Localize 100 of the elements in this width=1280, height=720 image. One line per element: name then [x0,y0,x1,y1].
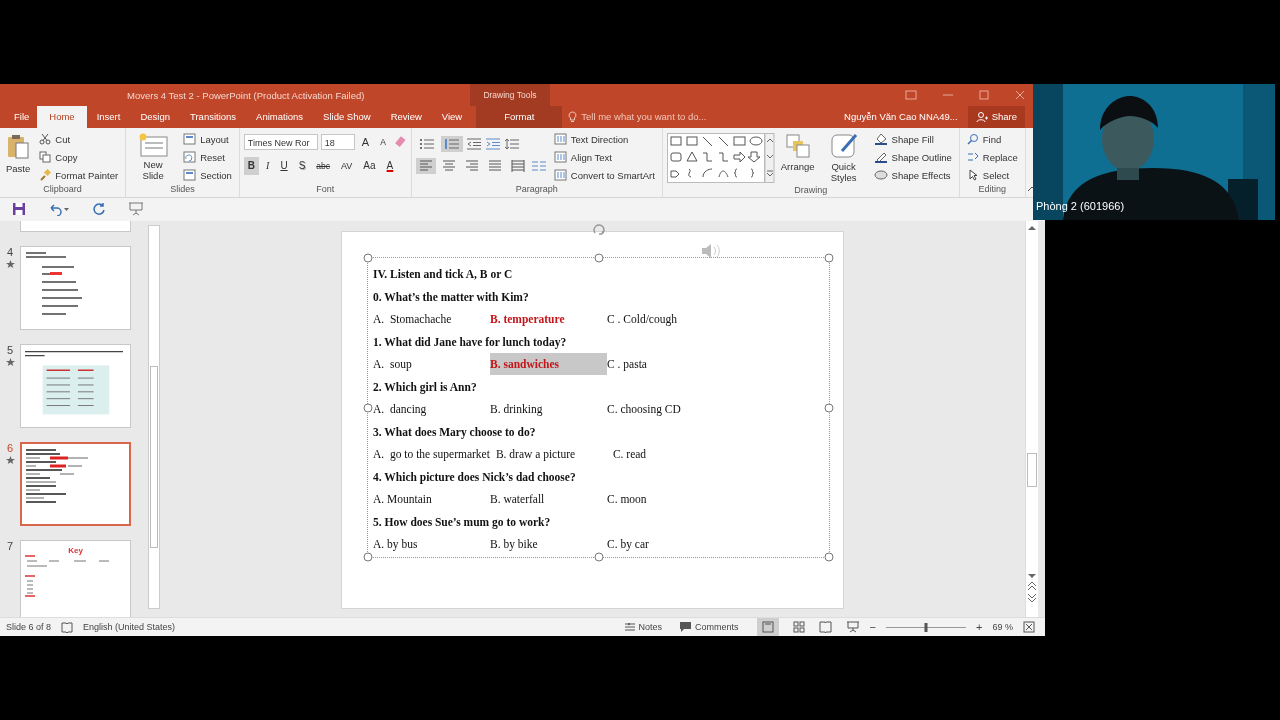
arrange-button[interactable]: Arrange [778,130,817,186]
slide-thumbnail[interactable] [20,442,131,526]
comments-button[interactable]: Comments [676,622,743,632]
previous-slide-icon[interactable] [1028,581,1036,591]
fit-to-window-icon[interactable] [1023,621,1035,633]
slide-thumbnail[interactable] [20,344,131,428]
ribbon-tab[interactable]: Transitions [180,106,247,128]
zoom-in-button[interactable]: + [976,621,983,633]
find-button[interactable]: Find [963,130,1021,148]
increase-indent-icon[interactable] [484,137,501,150]
scroll-thumb[interactable] [150,366,158,548]
zoom-level[interactable]: 69 % [992,622,1013,632]
reading-view-icon[interactable] [818,621,832,633]
participant-name: Phòng 2 (601966) [1036,200,1125,212]
font-format-button[interactable]: abc [312,156,334,175]
share-button[interactable]: Share [967,106,1025,128]
font-format-button[interactable]: I [262,156,274,175]
ribbon-tab[interactable]: Design [130,106,180,128]
line-spacing-icon[interactable] [503,137,520,150]
resize-handle[interactable] [824,552,834,562]
slide-sorter-icon[interactable] [792,621,805,633]
alignment-icon [510,159,525,172]
spell-check-icon[interactable] [61,621,74,633]
shape-fill-button[interactable]: Shape Fill [870,130,955,148]
select-button[interactable]: Select [963,166,1021,184]
format-painter-button[interactable]: Format Painter [36,166,122,184]
resize-handle[interactable] [824,253,834,263]
tell-me-field[interactable]: Tell me what you want to do... [581,111,752,123]
ribbon-tab[interactable]: Animations [246,106,314,128]
ribbon-tab[interactable]: Slide Show [313,106,381,128]
resize-handle[interactable] [594,253,603,263]
cut-button[interactable]: Cut [36,130,122,148]
rotate-handle[interactable] [591,224,606,238]
ribbon-tab[interactable]: View [431,106,473,128]
font-format-button[interactable]: B [243,156,260,175]
save-icon[interactable] [12,202,26,217]
close-icon[interactable] [1015,90,1025,100]
scroll-thumb[interactable] [1027,453,1037,487]
redo-icon[interactable] [92,202,106,217]
font-format-button[interactable]: U [276,156,292,175]
font-size-field[interactable]: 18 [320,133,355,150]
align-left-button[interactable] [415,157,436,174]
resize-handle[interactable] [363,403,373,412]
next-slide-icon[interactable] [1028,593,1036,603]
normal-view-icon[interactable] [756,618,779,636]
increase-font-size-button[interactable]: A [357,132,374,151]
numbering-button[interactable] [440,135,463,152]
scroll-down-icon[interactable] [1028,573,1036,579]
notes-button[interactable]: Notes [620,622,667,632]
alignment-icon [464,159,479,172]
resize-handle[interactable] [363,253,373,263]
paste-button[interactable]: Paste [4,130,33,184]
decrease-font-size-button[interactable]: A [376,132,390,151]
slide-thumbnail[interactable] [20,246,131,330]
copy-button[interactable]: Copy [36,148,122,166]
language[interactable]: English (United States) [83,622,176,632]
cursor-icon [966,169,979,181]
shapes-gallery[interactable] [666,132,775,183]
presentation-icon[interactable] [128,202,144,217]
scroll-up-icon[interactable] [1028,225,1036,231]
bullets-icon [418,137,435,150]
scissors-icon [39,133,52,145]
font-format-button[interactable]: A [382,156,398,175]
layout-button[interactable]: Layout [180,130,235,148]
slide-thumbnail[interactable] [20,221,131,232]
ribbon-tab[interactable]: File [0,106,38,128]
user-name[interactable]: Nguyễn Văn Cao NNA49... [844,111,958,123]
section-button[interactable]: Section [180,166,235,184]
convert-to-smartart-button[interactable]: Convert to SmartArt [550,166,658,184]
slide-thumbnail[interactable]: Key [20,540,131,617]
resize-handle[interactable] [594,552,603,562]
shape-outline-button[interactable]: Shape Outline [870,148,955,166]
ribbon-tab[interactable]: Insert [86,106,131,128]
scrollbar[interactable] [148,225,160,609]
resize-handle[interactable] [363,552,373,562]
zoom-out-button[interactable]: − [869,621,877,633]
ribbon-tab[interactable]: Home [37,106,87,128]
slideshow-icon[interactable] [845,621,860,633]
align-text-button[interactable]: Align Text [550,148,658,166]
new-slide-button[interactable]: New Slide [130,130,177,184]
font-format-button[interactable]: AV [337,156,357,175]
scrollbar[interactable] [1025,221,1038,617]
answer-option: B. drinking [490,403,607,416]
ribbon-tab[interactable]: Format [476,106,563,128]
font-format-button[interactable]: Aa [359,156,380,175]
quiz-thumbnail-drawing [26,449,88,503]
ribbon-tab[interactable]: Review [380,106,432,128]
undo-icon[interactable] [48,202,70,217]
question-text: 3. What does Mary choose to do? [373,424,537,441]
decrease-indent-icon[interactable] [465,137,482,150]
reset-button[interactable]: Reset [180,148,235,166]
replace-button[interactable]: Replace [963,148,1021,166]
reset-icon [183,151,197,163]
speaker-icon[interactable] [701,242,723,260]
text-direction-button[interactable]: Text Direction [550,130,658,148]
resize-handle[interactable] [824,403,834,412]
font-format-button[interactable]: S [294,156,310,175]
quick-styles-button[interactable]: Quick Styles [820,130,867,186]
shape-effects-button[interactable]: Shape Effects [870,166,955,184]
font-name-field[interactable]: Times New Ror [243,133,318,150]
